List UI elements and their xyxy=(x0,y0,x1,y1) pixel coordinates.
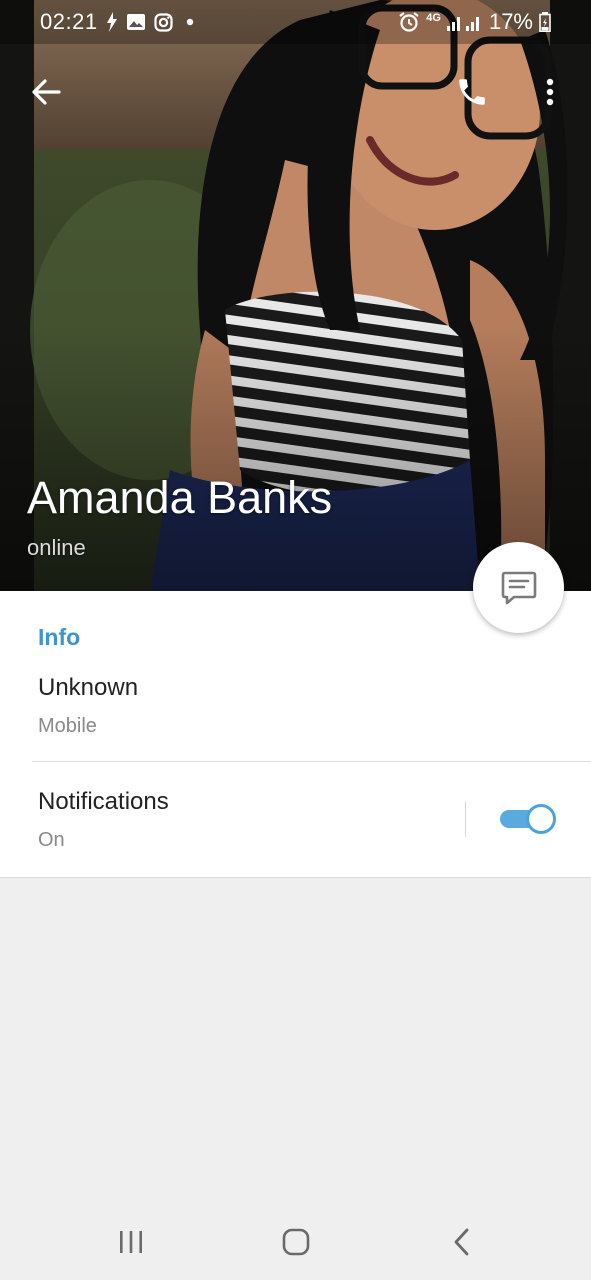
message-icon xyxy=(501,571,536,604)
notifications-title: Notifications xyxy=(38,788,169,815)
info-section: Info Unknown Mobile Notifications On xyxy=(0,591,591,878)
send-message-button[interactable] xyxy=(473,542,564,633)
home-button[interactable] xyxy=(266,1218,326,1266)
contact-profile-screen: 02:21 4G 17% Amanda Banks online Info Un… xyxy=(0,0,591,1280)
toggle-knob xyxy=(526,804,556,834)
more-vertical-icon xyxy=(546,78,554,106)
row-divider xyxy=(32,761,591,762)
home-icon xyxy=(282,1228,310,1256)
recent-apps-icon xyxy=(120,1231,142,1253)
signal-icon xyxy=(446,17,479,31)
battery-icon xyxy=(539,12,551,32)
gallery-icon xyxy=(127,14,145,30)
info-section-title: Info xyxy=(38,624,81,650)
notifications-toggle[interactable] xyxy=(500,804,556,834)
back-button[interactable] xyxy=(24,70,68,114)
alarm-icon xyxy=(399,12,419,32)
more-options-button[interactable] xyxy=(532,70,568,114)
instagram-icon xyxy=(154,12,173,32)
network-type: 4G xyxy=(426,12,441,24)
phone-icon xyxy=(459,79,485,105)
back-chevron-icon xyxy=(454,1228,469,1256)
status-notification-icons xyxy=(106,11,199,33)
flash-icon xyxy=(107,12,117,32)
notifications-value: On xyxy=(38,829,65,851)
contact-name: Amanda Banks xyxy=(27,472,333,523)
notifications-divider xyxy=(465,801,466,837)
status-system-icons: 4G 17% xyxy=(398,9,551,35)
phone-label: Mobile xyxy=(38,715,97,737)
contact-status: online xyxy=(27,535,86,560)
recent-apps-button[interactable] xyxy=(101,1218,161,1266)
arrow-left-icon xyxy=(32,79,61,105)
call-button[interactable] xyxy=(450,70,494,114)
status-time: 02:21 xyxy=(40,9,98,34)
nav-back-button[interactable] xyxy=(432,1218,492,1266)
dot-icon xyxy=(186,18,194,26)
navigation-bar xyxy=(0,1200,591,1280)
phone-value: Unknown xyxy=(38,674,139,701)
battery-percentage: 17% xyxy=(488,9,533,34)
status-bar: 02:21 4G 17% xyxy=(0,0,591,44)
